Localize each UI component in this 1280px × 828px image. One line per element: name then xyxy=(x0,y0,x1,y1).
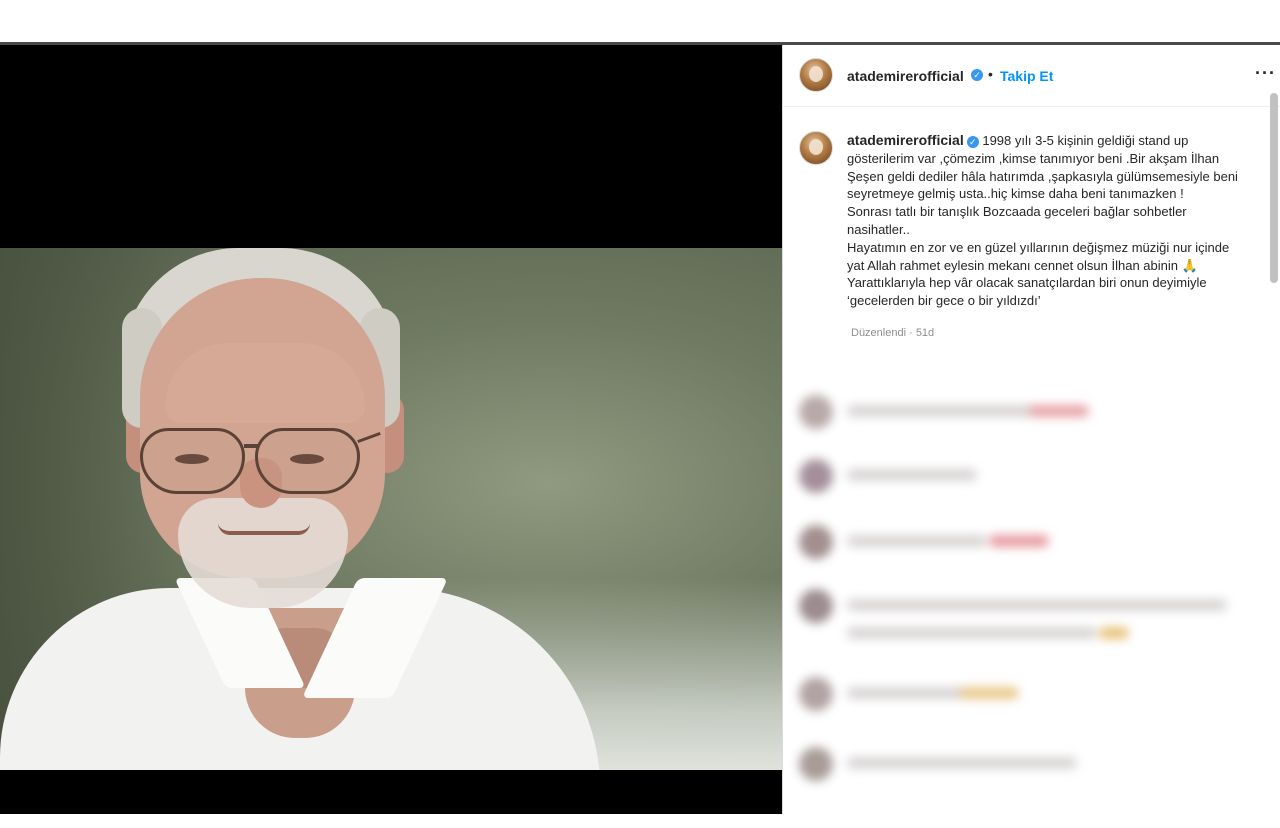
caption-avatar[interactable] xyxy=(799,131,833,165)
caption-line: atademirerofficial ✓ 1998 yılı 3-5 kişini… xyxy=(847,132,1267,150)
verified-badge-icon: ✓ xyxy=(966,135,979,148)
comment-text-blur xyxy=(847,599,1227,611)
caption-line: gösterilerim var ,çömezim ,kimse tanımıy… xyxy=(847,150,1220,166)
comment-row xyxy=(799,745,1269,785)
post-header: atademirerofficial ✓ • Takip Et ··· xyxy=(783,45,1280,107)
comment-avatar xyxy=(799,459,833,493)
blurred-comments xyxy=(783,365,1280,814)
caption-line: Yarattıklarıyla hep vâr olacak sanatçıla… xyxy=(847,275,1207,291)
header-separator: • xyxy=(988,66,993,82)
comment-avatar xyxy=(799,747,833,781)
comment-accent-blur xyxy=(1029,405,1089,417)
portrait-smile xyxy=(218,523,310,535)
post-caption: atademirerofficial ✓ 1998 yılı 3-5 kişini… xyxy=(847,132,1267,310)
header-username[interactable]: atademirerofficial xyxy=(847,68,964,84)
comment-avatar xyxy=(799,395,833,429)
caption-line: nasihatler.. xyxy=(847,221,910,237)
comment-avatar xyxy=(799,677,833,711)
profile-avatar[interactable] xyxy=(799,58,833,92)
portrait-forehead xyxy=(165,343,365,423)
comment-accent-blur xyxy=(1099,627,1129,639)
comment-accent-blur xyxy=(989,535,1049,547)
comment-row xyxy=(799,457,1269,497)
panel-scrollbar[interactable] xyxy=(1270,93,1278,283)
more-options-icon[interactable]: ··· xyxy=(1255,63,1276,84)
caption-line: ‘gecelerden bir gece o bir yıldızdı’ xyxy=(847,293,1041,309)
caption-line: Sonrası tatlı bir tanışlık Bozcaada gece… xyxy=(847,204,1187,220)
glasses-lens-left xyxy=(140,428,245,494)
comment-text-blur xyxy=(847,757,1077,769)
comment-text-blur xyxy=(847,535,987,547)
caption-username[interactable]: atademirerofficial xyxy=(847,132,964,148)
verified-badge-icon: ✓ xyxy=(971,69,983,81)
caption-line: seyretmeye gelmiş usta..hiç kimse daha b… xyxy=(847,186,1184,202)
caption-text: 1998 yılı 3-5 kişinin geldiği stand up xyxy=(982,133,1189,148)
comment-row xyxy=(799,675,1269,715)
comment-text-blur xyxy=(847,405,1047,417)
comment-row xyxy=(799,393,1269,433)
caption-line: Hayatımın en zor ve en güzel yıllarının … xyxy=(847,239,1230,255)
bottom-margin xyxy=(0,814,1280,828)
comment-row xyxy=(799,523,1269,563)
post-side-panel: atademirerofficial ✓ • Takip Et ··· atad… xyxy=(782,45,1280,814)
comment-accent-blur xyxy=(959,687,1019,699)
caption-line: Şeşen geldi dediler hâla hatırımda ,şapk… xyxy=(847,168,1238,184)
caption-line: yat Allah rahmet eylesin mekanı cennet o… xyxy=(847,257,1198,273)
post-photo xyxy=(0,248,782,770)
comment-text-blur xyxy=(847,469,977,481)
comment-avatar xyxy=(799,525,833,559)
glasses-bridge xyxy=(244,444,258,448)
comment-text-blur xyxy=(847,627,1097,639)
edited-timestamp: Düzenlendi · 51d xyxy=(851,327,935,339)
comment-text-blur xyxy=(847,687,967,699)
top-margin xyxy=(0,0,1280,42)
follow-button[interactable]: Takip Et xyxy=(1000,68,1053,84)
glasses-lens-right xyxy=(255,428,360,494)
comment-row xyxy=(799,615,1269,655)
post-media[interactable] xyxy=(0,45,782,814)
